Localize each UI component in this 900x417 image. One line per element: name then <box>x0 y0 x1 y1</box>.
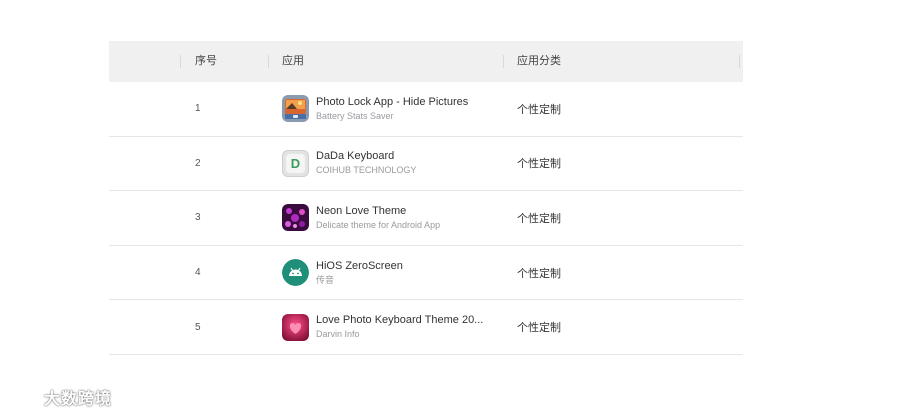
table-row[interactable]: 1 Photo Lock App - Hide Pictures Battery… <box>109 82 743 137</box>
row-index: 2 <box>195 157 201 169</box>
app-name[interactable]: Neon Love Theme <box>316 204 491 218</box>
row-category: 个性定制 <box>517 267 561 280</box>
app-name[interactable]: Photo Lock App - Hide Pictures <box>316 95 491 109</box>
header-index: 序号 <box>195 55 217 67</box>
neon-love-theme-icon <box>282 204 309 232</box>
app-name[interactable]: DaDa Keyboard <box>316 149 491 163</box>
row-category: 个性定制 <box>517 212 561 225</box>
row-index: 1 <box>195 103 201 115</box>
app-developer: Darvin Info <box>316 329 360 340</box>
app-developer: COIHUB TECHNOLOGY <box>316 165 417 176</box>
dada-letter: D <box>286 153 305 173</box>
app-name[interactable]: Love Photo Keyboard Theme 20... <box>316 313 491 327</box>
row-app[interactable]: HiOS ZeroScreen 传音 <box>282 246 491 300</box>
table-header: 序号 应用 应用分类 <box>109 41 743 82</box>
row-app[interactable]: D DaDa Keyboard COIHUB TECHNOLOGY <box>282 137 491 191</box>
table-row[interactable]: 2 D DaDa Keyboard COIHUB TECHNOLOGY 个性定制 <box>109 137 743 192</box>
app-ranking-table: 序号 应用 应用分类 1 Photo Lock App - Hide Pictu… <box>109 41 743 355</box>
android-robot-icon <box>282 259 309 287</box>
table-row[interactable]: 5 Love Photo Keyboard Theme 20... Darvin… <box>109 300 743 355</box>
watermark-text: 大数跨境 <box>44 391 113 408</box>
app-name[interactable]: HiOS ZeroScreen <box>316 259 491 273</box>
love-photo-keyboard-icon <box>282 313 309 341</box>
header-category: 应用分类 <box>517 55 561 67</box>
watermark: 大数跨境 <box>8 385 112 409</box>
header-divider <box>180 55 181 68</box>
header-divider <box>268 55 269 68</box>
row-index: 4 <box>195 267 201 279</box>
app-developer: Delicate theme for Android App <box>316 219 441 230</box>
row-app[interactable]: Love Photo Keyboard Theme 20... Darvin I… <box>282 300 491 354</box>
app-developer: 传音 <box>316 274 335 285</box>
header-app: 应用 <box>282 55 304 67</box>
row-category: 个性定制 <box>517 103 561 116</box>
page: 序号 应用 应用分类 1 Photo Lock App - Hide Pictu… <box>0 0 900 417</box>
row-index: 5 <box>195 321 201 333</box>
header-divider <box>503 55 504 68</box>
photo-lock-icon <box>282 95 309 123</box>
row-category: 个性定制 <box>517 158 561 171</box>
table-row[interactable]: 3 Neon Love Theme Delicate theme for And… <box>109 191 743 246</box>
table-row[interactable]: 4 HiOS ZeroScreen 传音 个性定制 <box>109 246 743 301</box>
row-index: 3 <box>195 212 201 224</box>
row-app[interactable]: Neon Love Theme Delicate theme for Andro… <box>282 191 491 245</box>
row-category: 个性定制 <box>517 322 561 335</box>
header-divider <box>739 55 740 68</box>
row-app[interactable]: Photo Lock App - Hide Pictures Battery S… <box>282 82 491 136</box>
app-developer: Battery Stats Saver <box>316 110 394 121</box>
watermark-logo-icon <box>9 389 39 405</box>
dada-keyboard-icon: D <box>282 149 309 177</box>
